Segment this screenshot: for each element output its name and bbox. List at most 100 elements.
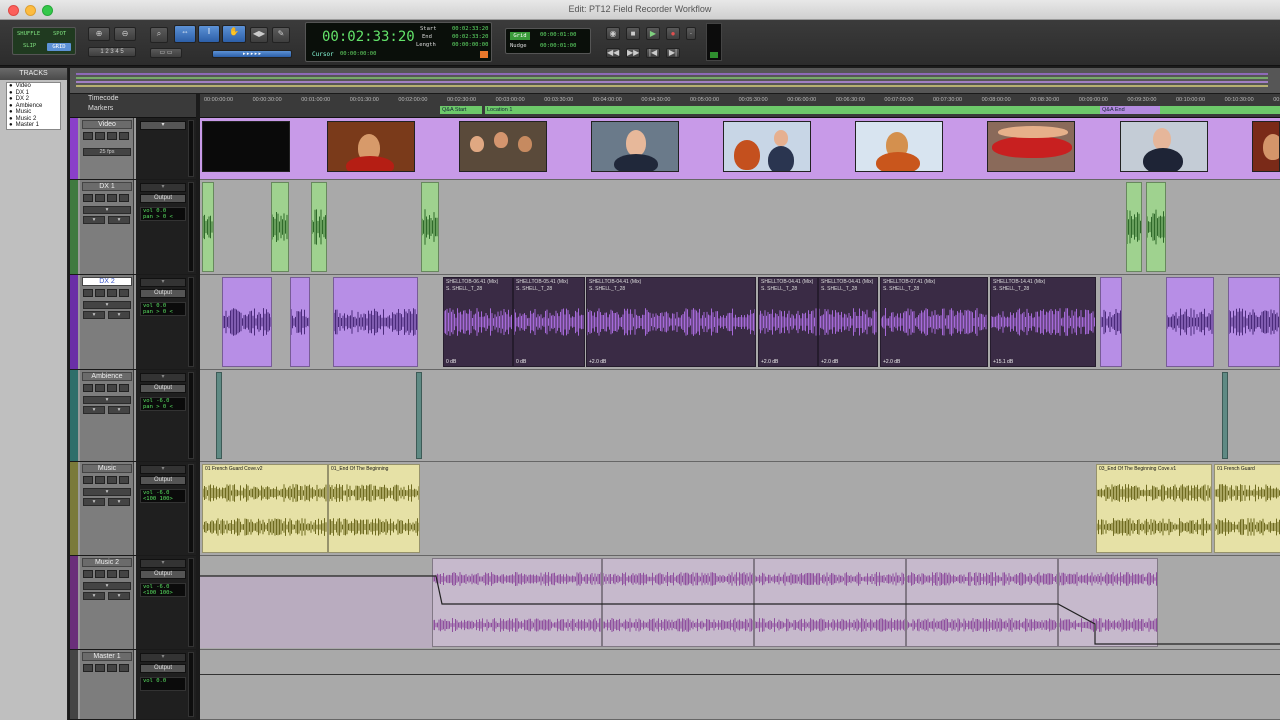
- track-pan[interactable]: pan > 0 <: [143, 404, 185, 410]
- scrubber-tool[interactable]: ◀▶: [250, 27, 268, 43]
- selector-tool[interactable]: I: [198, 25, 220, 43]
- video-track-settings[interactable]: ▾: [140, 121, 186, 130]
- volume-automation-line[interactable]: [200, 556, 1280, 650]
- pencil-tool[interactable]: ✎: [272, 27, 290, 43]
- trim-tool[interactable]: ⇔: [174, 25, 196, 43]
- track-volume-pan[interactable]: vol 0.0 pan > 0 <: [140, 207, 186, 221]
- track-visible-icon[interactable]: ●: [9, 122, 13, 129]
- track-height-selector[interactable]: ▾: [108, 311, 130, 319]
- track-header[interactable]: Music ▾ ▾ ▾ ▾ Output vol -6.0 <100 100>: [70, 462, 196, 556]
- record-button[interactable]: ●: [666, 27, 680, 40]
- track-timebase-selector[interactable]: ▾: [83, 498, 105, 506]
- track-pan[interactable]: <100 100>: [143, 590, 185, 596]
- track-output-selector[interactable]: Output: [140, 384, 186, 393]
- edit-timeline[interactable]: 00:00:00:00 00:00:30:00 00:01:00:00 00:01:3…: [200, 94, 1280, 720]
- fast-forward-button[interactable]: ▶▶: [626, 48, 640, 58]
- voice-clip[interactable]: SHELLTOB-06.41 (Mix) S. SHELL_T_28 0 dB: [443, 277, 513, 367]
- timecode-ruler[interactable]: 00:00:00:00 00:00:30:00 00:01:00:00 00:01:3…: [200, 94, 1280, 118]
- record-enable-button[interactable]: [83, 664, 93, 672]
- slip-mode[interactable]: SLIP: [23, 43, 36, 49]
- voice-clip[interactable]: SHELLTOB-04.41 (Mix) S. SHELL_T_28 +2.0 dB: [758, 277, 818, 367]
- voice-clip[interactable]: [333, 277, 418, 367]
- track-timebase-selector[interactable]: ▾: [83, 592, 105, 600]
- voice-clip[interactable]: SHELLTOB-04.41 (Mix) S. SHELL_T_28 +2.0 dB: [586, 277, 756, 367]
- track-name[interactable]: Music 2: [82, 558, 132, 567]
- track-header[interactable]: Ambience ▾ ▾ ▾ ▾ Output vol -6.0 pan > 0 <: [70, 370, 196, 462]
- voice-clip[interactable]: SHELLTOB-14.41 (Mix) S. SHELL_T_28 +15.1 d…: [990, 277, 1096, 367]
- track-view-selector[interactable]: ▾: [83, 396, 131, 404]
- video-frame-thumbnail[interactable]: [1120, 121, 1208, 172]
- music-clip[interactable]: 01 French Guard: [1214, 464, 1280, 553]
- track-volume-pan[interactable]: vol -6.0 <100 100>: [140, 489, 186, 503]
- input-monitor-button[interactable]: [95, 132, 105, 140]
- track-header[interactable]: DX 1 ▾ ▾ ▾ ▾ Output vol 0.0 pan > 0 <: [70, 180, 196, 275]
- track-volume-pan[interactable]: vol -6.0 pan > 0 <: [140, 397, 186, 411]
- track-output-selector[interactable]: Output: [140, 476, 186, 485]
- go-to-end-button[interactable]: ▶|: [666, 48, 680, 58]
- record-enable-button[interactable]: [83, 570, 93, 578]
- track-header[interactable]: Master 1 ▾ Output vol 0.0: [70, 650, 196, 720]
- track-input-selector[interactable]: ▾: [140, 373, 186, 382]
- track-height-selector[interactable]: ▾: [108, 592, 130, 600]
- online-button[interactable]: ·: [686, 27, 696, 40]
- length-value[interactable]: 00:00:00:00: [452, 42, 488, 48]
- zoom-in-button[interactable]: ⊕: [88, 27, 110, 41]
- track-lane[interactable]: [200, 556, 1280, 650]
- track-view-selector[interactable]: ▾: [83, 582, 131, 590]
- record-enable-button[interactable]: [83, 132, 93, 140]
- track-height-selector[interactable]: ▾: [108, 498, 130, 506]
- track-volume-pan[interactable]: vol 0.0 pan > 0 <: [140, 302, 186, 316]
- track-input-selector[interactable]: ▾: [140, 278, 186, 287]
- video-frame-thumbnail[interactable]: [1252, 121, 1280, 172]
- track-timebase-selector[interactable]: ▾: [83, 311, 105, 319]
- video-frame-thumbnail[interactable]: [723, 121, 811, 172]
- track-height-selector[interactable]: ▾: [108, 406, 130, 414]
- track-lane[interactable]: [200, 118, 1280, 180]
- voice-clip[interactable]: SHELLTOB-05.41 (Mix) S. SHELL_T_28 0 dB: [513, 277, 585, 367]
- track-output-selector[interactable]: Output: [140, 289, 186, 298]
- voice-clip[interactable]: [1228, 277, 1280, 367]
- mute-button[interactable]: [119, 289, 129, 297]
- track-lane[interactable]: [200, 370, 1280, 462]
- dialog-clip[interactable]: [202, 182, 214, 272]
- track-lane[interactable]: [200, 650, 1280, 720]
- play-button[interactable]: ▶: [646, 27, 660, 40]
- track-pan[interactable]: pan > 0 <: [143, 309, 185, 315]
- track-view-selector[interactable]: ▾: [83, 301, 131, 309]
- ambience-clip[interactable]: [1222, 372, 1228, 459]
- go-to-start-button[interactable]: |◀: [646, 48, 660, 58]
- track-input-selector[interactable]: ▾: [140, 183, 186, 192]
- record-enable-button[interactable]: [83, 476, 93, 484]
- spot-mode[interactable]: SPOT: [53, 31, 66, 37]
- start-value[interactable]: 00:02:33:20: [452, 26, 488, 32]
- track-header[interactable]: Music 2 ▾ ▾ ▾ ▾ Output vol -6.0 <100 100>: [70, 556, 196, 650]
- shuffle-mode[interactable]: SHUFFLE: [17, 31, 40, 37]
- video-frame-thumbnail[interactable]: [591, 121, 679, 172]
- track-name[interactable]: Ambience: [82, 372, 132, 381]
- dialog-clip[interactable]: [311, 182, 327, 272]
- voice-clip[interactable]: [222, 277, 272, 367]
- main-counter[interactable]: 00:02:33:20: [322, 29, 415, 45]
- track-header[interactable]: Video 25 fps ▾: [70, 118, 196, 180]
- track-output-selector[interactable]: Output: [140, 194, 186, 203]
- track-name[interactable]: DX 2: [82, 277, 132, 286]
- mute-button[interactable]: [119, 384, 129, 392]
- track-header[interactable]: DX 2 ▾ ▾ ▾ ▾ Output vol 0.0 pan > 0 <: [70, 275, 196, 370]
- video-frame-thumbnail[interactable]: [855, 121, 943, 172]
- track-name[interactable]: DX 1: [82, 182, 132, 191]
- track-input-selector[interactable]: ▾: [140, 559, 186, 568]
- track-output-selector[interactable]: Output: [140, 570, 186, 579]
- solo-button[interactable]: [107, 664, 117, 672]
- video-frame-thumbnail[interactable]: [202, 121, 290, 172]
- music-clip[interactable]: 01 French Guard Cove.v2: [202, 464, 328, 553]
- voice-clip[interactable]: SHELLTOB-07.41 (Mix) S. SHELL_T_28 +2.0 dB: [880, 277, 988, 367]
- return-to-zero-button[interactable]: ◉: [606, 27, 620, 40]
- track-pan[interactable]: <100 100>: [143, 496, 185, 502]
- video-frame-thumbnail[interactable]: [327, 121, 415, 172]
- solo-button[interactable]: [107, 132, 117, 140]
- universe-overview[interactable]: [70, 68, 1280, 94]
- solo-button[interactable]: [107, 570, 117, 578]
- input-monitor-button[interactable]: [95, 194, 105, 202]
- grid-value[interactable]: 00:00:01:00: [540, 32, 576, 38]
- voice-clip[interactable]: [290, 277, 310, 367]
